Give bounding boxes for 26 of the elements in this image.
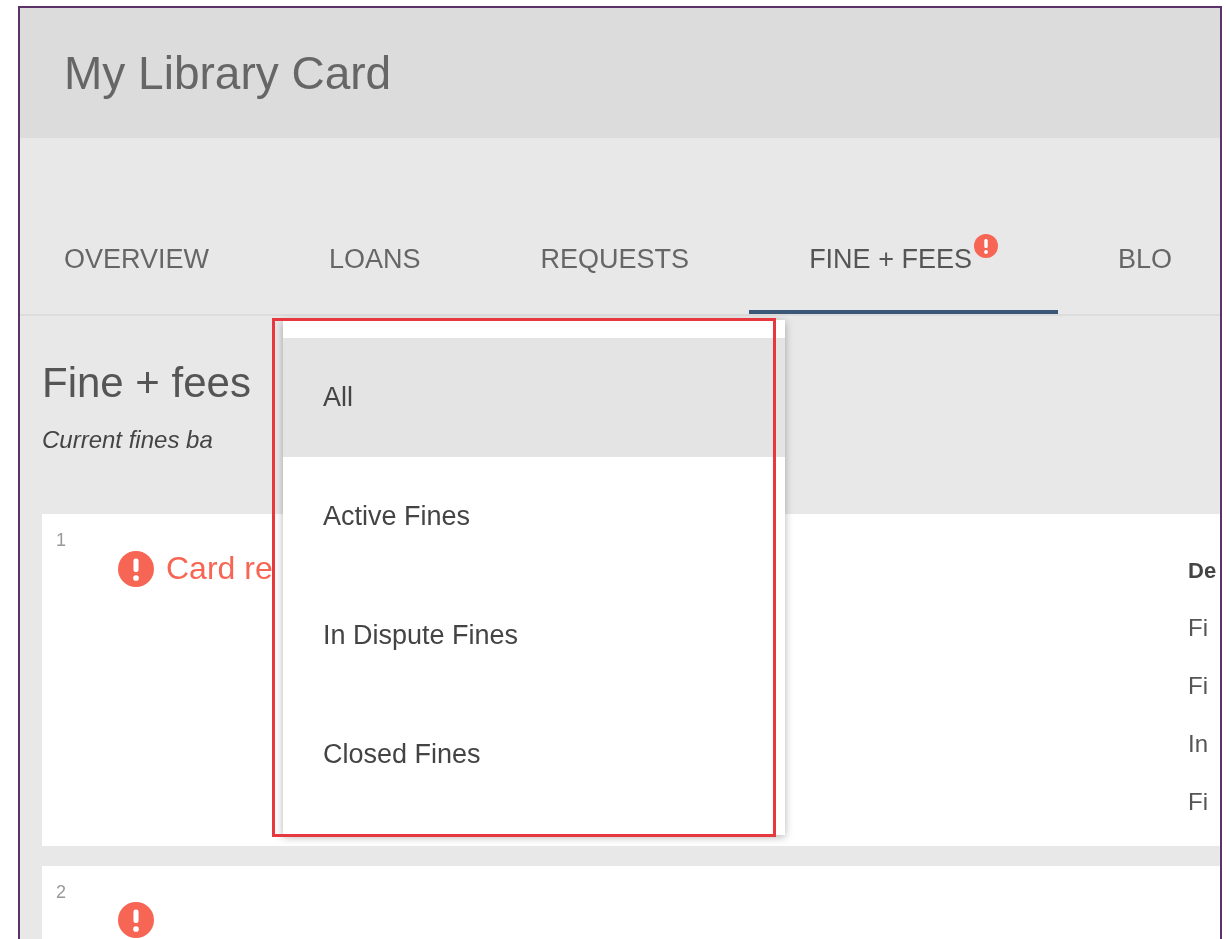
details-heading: De	[1188, 558, 1218, 585]
tab[interactable]: LOANS	[269, 218, 481, 314]
tab-label: LOANS	[329, 244, 421, 275]
section-subtitle: Current fines ba	[42, 426, 213, 455]
alert-icon	[973, 234, 998, 258]
tab[interactable]: OVERVIEW	[20, 218, 270, 314]
menu-item[interactable]: Active Fines	[283, 457, 785, 576]
detail-label: Fi	[1188, 672, 1209, 701]
section-title: Fine + fees	[42, 360, 251, 407]
tab-label: OVERVIEW	[64, 244, 210, 275]
detail-label: Fi	[1188, 614, 1209, 643]
alert-icon	[118, 550, 154, 587]
tab-label: FINE + FEES	[809, 244, 972, 275]
fine-number: 1	[56, 530, 66, 551]
tab-label: REQUESTS	[540, 244, 690, 275]
tab-label: BLO	[1117, 244, 1172, 275]
detail-label: Fi	[1188, 788, 1209, 817]
menu-item[interactable]: Closed Fines	[283, 695, 785, 814]
tab[interactable]: BLO	[1057, 218, 1220, 314]
detail-label: In	[1188, 730, 1209, 759]
tab[interactable]: REQUESTS	[480, 218, 750, 314]
menu-item[interactable]: In Dispute Fines	[283, 576, 785, 695]
tab[interactable]: FINE + FEES	[749, 218, 1058, 314]
menu-item[interactable]: All	[283, 338, 785, 457]
fine-number: 2	[56, 882, 66, 903]
page-title: My Library Card	[64, 46, 392, 100]
